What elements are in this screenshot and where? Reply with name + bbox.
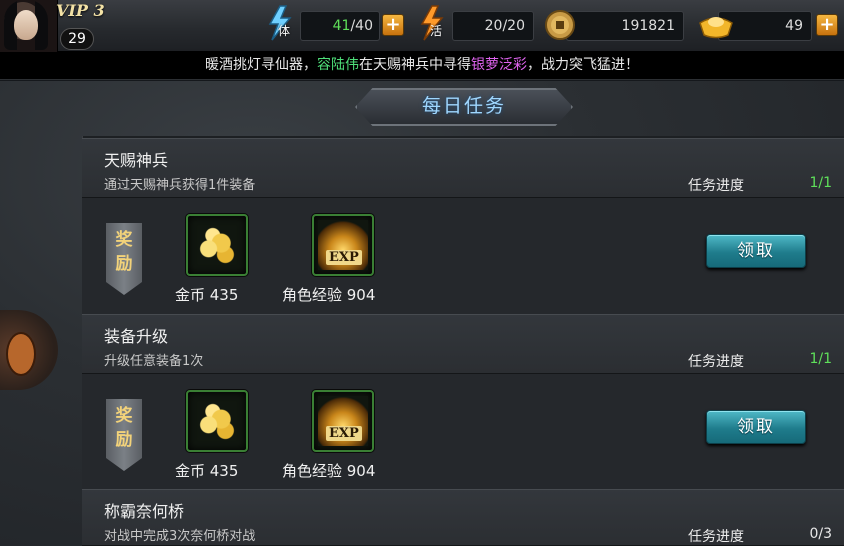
coin-icon — [544, 8, 578, 46]
task-name: 装备升级 — [104, 327, 169, 346]
reward-badge-label: 奖励 — [115, 406, 133, 450]
energy-bar: 20/20 — [452, 11, 534, 41]
stamina-icon: 体 — [262, 4, 296, 42]
marquee-item-name: 银萝泛彩 — [471, 57, 527, 73]
top-bar: VIP 3 29 41/40 体 + 20/20 活 191821 49 + — [0, 0, 844, 52]
stamina-max: /40 — [350, 18, 373, 34]
task-progress-label: 任务进度 — [688, 178, 744, 194]
reward-badge-label: 奖励 — [115, 230, 133, 274]
task-header: 称霸奈何桥 对战中完成3次奈何桥对战 任务进度 0/3 — [82, 489, 844, 546]
task-description: 升级任意装备1次 — [104, 354, 204, 369]
energy-icon: 活 — [414, 4, 448, 42]
coins-value: 191821 — [621, 18, 675, 34]
vip-label[interactable]: VIP 3 — [56, 1, 105, 20]
reward-exp-label: 角色经验 904 — [282, 286, 376, 304]
task-progress-label: 任务进度 — [688, 354, 744, 370]
task-progress-value: 1/1 — [809, 175, 832, 191]
marquee-text-1: 暖酒挑灯寻仙器， — [205, 57, 317, 73]
add-stamina-button[interactable]: + — [382, 14, 404, 36]
task-rewards-row: 奖励 金币 435 EXP 角色经验 904 领取 — [82, 198, 844, 314]
gold-coins-icon[interactable] — [186, 390, 248, 452]
energy-glyph: 活 — [430, 24, 443, 38]
task-name: 天赐神兵 — [104, 151, 169, 170]
coins-bar: 191821 — [566, 11, 684, 41]
add-gold-button[interactable]: + — [816, 14, 838, 36]
reward-coins-label: 金币 435 — [175, 462, 239, 480]
task-header: 天赐神兵 通过天赐神兵获得1件装备 任务进度 1/1 — [82, 138, 844, 198]
exp-icon[interactable]: EXP — [312, 390, 374, 452]
broadcast-marquee: 暖酒挑灯寻仙器，容陆伟在天赐神兵中寻得银萝泛彩，战力突飞猛进！ — [0, 52, 844, 80]
stamina-value: 41 — [332, 18, 351, 34]
marquee-player-name: 容陆伟 — [317, 57, 359, 73]
player-level: 29 — [60, 28, 94, 50]
task-name: 称霸奈何桥 — [104, 502, 185, 521]
avatar-face — [14, 10, 38, 40]
page-title: 每日任务 — [421, 95, 506, 117]
claim-button[interactable]: 领取 — [706, 234, 806, 268]
task-header: 装备升级 升级任意装备1次 任务进度 1/1 — [82, 314, 844, 374]
reward-coins-label: 金币 435 — [175, 286, 239, 304]
gold-ingot-icon — [698, 9, 733, 47]
player-avatar[interactable] — [0, 0, 58, 52]
marquee-text-3: ，战力突飞猛进！ — [527, 57, 639, 73]
task-rewards-row: 奖励 金币 435 EXP 角色经验 904 领取 — [82, 374, 844, 490]
task-progress-value: 0/3 — [809, 526, 832, 542]
stamina-bar: 41/40 — [300, 11, 380, 41]
task-description: 通过天赐神兵获得1件装备 — [104, 178, 256, 193]
task-progress-label: 任务进度 — [688, 529, 744, 545]
marquee-text-2: 在天赐神兵中寻得 — [359, 57, 471, 73]
gold-coins-icon[interactable] — [186, 214, 248, 276]
energy-value: 20/20 — [484, 18, 525, 34]
task-progress-value: 1/1 — [809, 351, 832, 367]
exp-icon[interactable]: EXP — [312, 214, 374, 276]
task-description: 对战中完成3次奈何桥对战 — [104, 529, 256, 544]
stamina-glyph: 体 — [278, 24, 291, 38]
claim-button[interactable]: 领取 — [706, 410, 806, 444]
gold-value: 49 — [785, 18, 803, 34]
reward-exp-label: 角色经验 904 — [282, 462, 376, 480]
